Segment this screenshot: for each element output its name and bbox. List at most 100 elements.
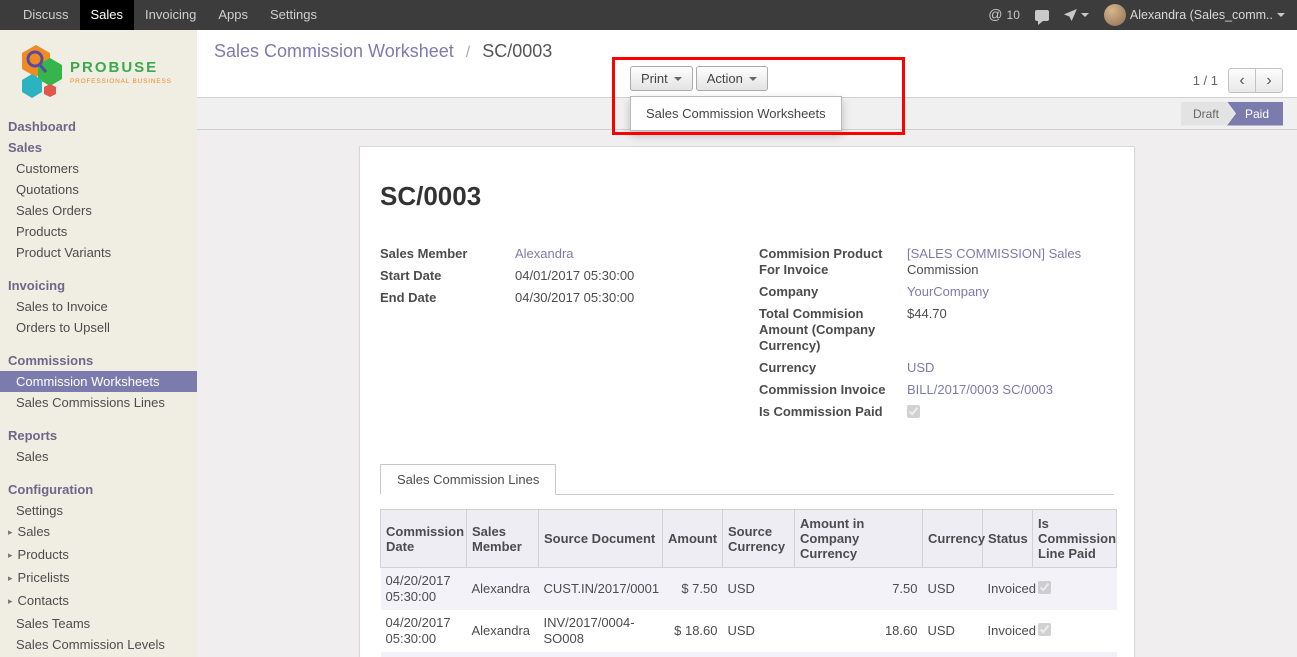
th-status: Status bbox=[983, 510, 1033, 568]
sidebar-item-product-variants[interactable]: Product Variants bbox=[0, 242, 197, 263]
action-button[interactable]: Action bbox=[696, 66, 768, 91]
mentions-button[interactable]: 10 bbox=[988, 6, 1020, 24]
status-draft[interactable]: Draft bbox=[1181, 102, 1235, 126]
line-paid-checkbox bbox=[1038, 623, 1051, 636]
tab-sales-commission-lines[interactable]: Sales Commission Lines bbox=[380, 464, 556, 495]
mention-icon bbox=[988, 6, 1002, 24]
breadcrumb: Sales Commission Worksheet / SC/0003 bbox=[197, 30, 1297, 62]
sidebar-item-sales-to-invoice[interactable]: Sales to Invoice bbox=[0, 296, 197, 317]
sidebar-item-sales-report[interactable]: Sales bbox=[0, 446, 197, 467]
dropdown-item-sales-commission-worksheets[interactable]: Sales Commission Worksheets bbox=[631, 101, 841, 126]
field-label: Currency bbox=[759, 360, 907, 376]
topbar-right: 10 Alexandra (Sales_comm.. bbox=[988, 0, 1297, 30]
topbar-menu-sales[interactable]: Sales bbox=[80, 0, 135, 30]
commission-product-link[interactable]: [SALES COMMISSION] Sales bbox=[907, 246, 1081, 261]
user-menu[interactable]: Alexandra (Sales_comm.. bbox=[1104, 4, 1285, 26]
right-field-group: Commision Product For Invoice [SALES COM… bbox=[759, 246, 1114, 428]
sidebar-section-configuration[interactable]: Configuration bbox=[0, 479, 197, 500]
probuse-logo-text: PROBUSE PROFESSIONAL BUSINESS bbox=[70, 59, 172, 85]
commission-lines-table: Commission Date Sales Member Source Docu… bbox=[380, 509, 1117, 657]
sales-member-link[interactable]: Alexandra bbox=[515, 246, 574, 261]
sidebar-section-reports[interactable]: Reports bbox=[0, 425, 197, 446]
field-sales-member: Sales Member Alexandra bbox=[380, 246, 735, 262]
sidebar-item-orders-to-upsell[interactable]: Orders to Upsell bbox=[0, 317, 197, 338]
cell-amount-company: 7.50 bbox=[795, 568, 923, 611]
cell-member: Alexandra bbox=[467, 610, 539, 652]
messages-button[interactable] bbox=[1035, 10, 1049, 21]
cell-date: 04/20/2017 05:30:00 bbox=[381, 568, 467, 611]
cell-paid bbox=[1033, 652, 1117, 657]
topbar-menu-settings[interactable]: Settings bbox=[259, 0, 328, 30]
commission-invoice-link[interactable]: BILL/2017/0003 SC/0003 bbox=[907, 382, 1053, 397]
th-amount: Amount bbox=[663, 510, 723, 568]
field-currency: Currency USD bbox=[759, 360, 1114, 376]
currency-link[interactable]: USD bbox=[907, 360, 934, 375]
sidebar-item-sales-commissions-lines[interactable]: Sales Commissions Lines bbox=[0, 392, 197, 413]
topbar-menu-invoicing[interactable]: Invoicing bbox=[134, 0, 207, 30]
sidebar-item-customers[interactable]: Customers bbox=[0, 158, 197, 179]
table-header-row: Commission Date Sales Member Source Docu… bbox=[381, 510, 1117, 568]
total-commission-amount-value: $44.70 bbox=[907, 306, 1114, 354]
cell-amount: $ 7.50 bbox=[663, 568, 723, 611]
field-label: Total Commision Amount (Company Currency… bbox=[759, 306, 907, 354]
sidebar-item-contacts[interactable]: Contacts bbox=[0, 590, 197, 613]
start-date-value: 04/01/2017 05:30:00 bbox=[515, 268, 735, 284]
cell-source: CUST.IN/2017/0001 bbox=[539, 568, 663, 611]
cell-status: Invoiced bbox=[983, 568, 1033, 611]
cell-source-currency: USD bbox=[723, 610, 795, 652]
sidebar-section-invoicing[interactable]: Invoicing bbox=[0, 275, 197, 296]
status-paid[interactable]: Paid bbox=[1227, 102, 1283, 126]
field-label: Commission Invoice bbox=[759, 382, 907, 398]
field-company: Company YourCompany bbox=[759, 284, 1114, 300]
breadcrumb-parent-link[interactable]: Sales Commission Worksheet bbox=[214, 41, 454, 61]
cell-source: INV/2017/0004-SO008 bbox=[539, 610, 663, 652]
sidebar-item-sales-config[interactable]: Sales bbox=[0, 521, 197, 544]
company-link[interactable]: YourCompany bbox=[907, 284, 989, 299]
sidebar: PROBUSE PROFESSIONAL BUSINESS Dashboard … bbox=[0, 30, 197, 657]
sidebar-item-settings[interactable]: Settings bbox=[0, 500, 197, 521]
user-name: Alexandra (Sales_comm.. bbox=[1130, 8, 1273, 22]
sidebar-item-sales-teams[interactable]: Sales Teams bbox=[0, 613, 197, 634]
field-groups: Sales Member Alexandra Start Date 04/01/… bbox=[380, 246, 1114, 428]
action-button-label: Action bbox=[707, 71, 743, 86]
th-commission-date: Commission Date bbox=[381, 510, 467, 568]
caret-down-icon bbox=[674, 77, 682, 81]
sidebar-item-products-config[interactable]: Products bbox=[0, 544, 197, 567]
caret-down-icon bbox=[749, 77, 757, 81]
field-label: End Date bbox=[380, 290, 515, 306]
cell-currency: USD bbox=[923, 610, 983, 652]
field-total-commission-amount: Total Commision Amount (Company Currency… bbox=[759, 306, 1114, 354]
cell-member: Alexandra bbox=[467, 652, 539, 657]
planner-button[interactable] bbox=[1064, 9, 1089, 21]
th-amount-company-currency: Amount in Company Currency bbox=[795, 510, 923, 568]
field-commission-invoice: Commission Invoice BILL/2017/0003 SC/000… bbox=[759, 382, 1114, 398]
is-commission-paid-checkbox bbox=[907, 405, 920, 418]
table-row[interactable]: 04/20/2017 10:35:53 Alexandra SO008 $ 18… bbox=[381, 652, 1117, 657]
topbar-menu-discuss[interactable]: Discuss bbox=[12, 0, 80, 30]
sidebar-item-sales-commission-levels[interactable]: Sales Commission Levels bbox=[0, 634, 197, 655]
logo-subtitle: PROFESSIONAL BUSINESS bbox=[70, 78, 172, 85]
sidebar-item-sales-orders[interactable]: Sales Orders bbox=[0, 200, 197, 221]
th-source-document: Source Document bbox=[539, 510, 663, 568]
sidebar-item-pricelists[interactable]: Pricelists bbox=[0, 567, 197, 590]
sidebar-item-products[interactable]: Products bbox=[0, 221, 197, 242]
caret-down-icon bbox=[1081, 13, 1089, 17]
table-row[interactable]: 04/20/2017 05:30:00 Alexandra CUST.IN/20… bbox=[381, 568, 1117, 611]
end-date-value: 04/30/2017 05:30:00 bbox=[515, 290, 735, 306]
pager-previous-button[interactable] bbox=[1228, 68, 1256, 93]
sidebar-section-commissions[interactable]: Commissions bbox=[0, 350, 197, 371]
sidebar-section-sales[interactable]: Sales bbox=[0, 137, 197, 158]
sidebar-item-quotations[interactable]: Quotations bbox=[0, 179, 197, 200]
logo-title: PROBUSE bbox=[70, 59, 172, 76]
control-panel: Sales Commission Worksheet / SC/0003 Pri… bbox=[197, 30, 1297, 97]
sidebar-item-commission-worksheets[interactable]: Commission Worksheets bbox=[0, 371, 197, 392]
pager-next-button[interactable] bbox=[1255, 68, 1283, 93]
print-button[interactable]: Print bbox=[630, 66, 693, 91]
table-row[interactable]: 04/20/2017 05:30:00 Alexandra INV/2017/0… bbox=[381, 610, 1117, 652]
field-label: Commision Product For Invoice bbox=[759, 246, 907, 278]
th-source-currency: Source Currency bbox=[723, 510, 795, 568]
cell-source: SO008 bbox=[539, 652, 663, 657]
sidebar-item-dashboard[interactable]: Dashboard bbox=[0, 116, 197, 137]
topbar-menu-apps[interactable]: Apps bbox=[207, 0, 259, 30]
cell-amount: $ 18.60 bbox=[663, 652, 723, 657]
